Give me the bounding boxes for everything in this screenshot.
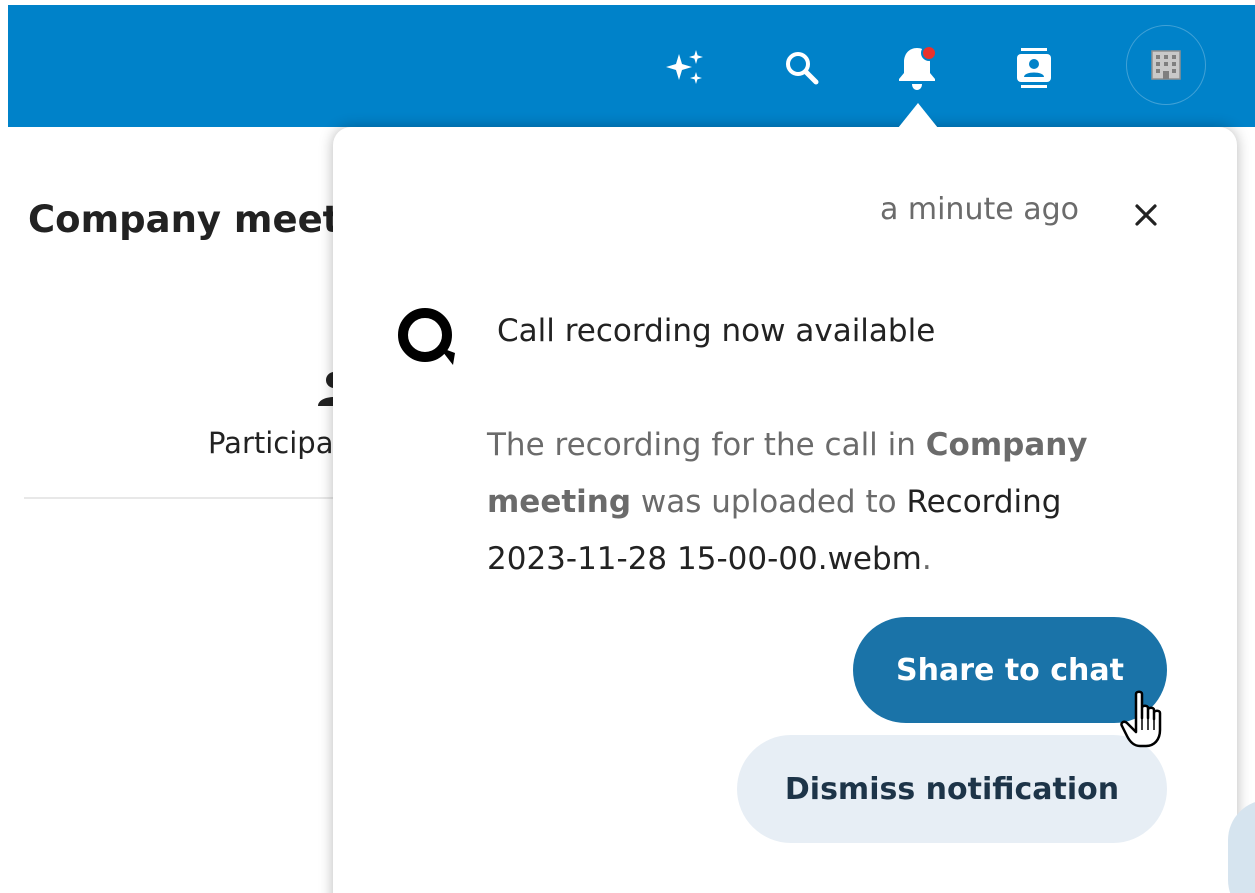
message-prefix: The recording for the call in xyxy=(487,427,926,463)
message-middle: was uploaded to xyxy=(631,484,907,520)
header-bar xyxy=(8,5,1255,127)
contacts-icon[interactable] xyxy=(1009,43,1059,93)
message-suffix: . xyxy=(921,541,932,577)
notification-subject: Call recording now available xyxy=(497,313,936,349)
talk-app-icon xyxy=(395,307,469,369)
notification-popover: a minute ago Call recording now availabl… xyxy=(333,127,1237,893)
assistant-sparkles-icon[interactable] xyxy=(660,43,710,93)
close-icon xyxy=(1135,204,1157,226)
unread-badge xyxy=(921,45,937,61)
notifications-bell-icon[interactable] xyxy=(892,43,942,93)
pointer-cursor-icon xyxy=(1118,688,1182,752)
avatar[interactable] xyxy=(1126,25,1206,105)
dismiss-notification-button[interactable]: Dismiss notification xyxy=(737,735,1167,843)
avatar-building-icon xyxy=(1151,50,1181,80)
notification-message: The recording for the call in Company me… xyxy=(487,417,1137,588)
popover-arrow xyxy=(898,103,938,128)
tab-divider xyxy=(24,497,354,499)
left-gutter xyxy=(0,0,8,893)
close-notification-button[interactable] xyxy=(1118,187,1174,243)
search-icon[interactable] xyxy=(777,43,827,93)
notification-timestamp: a minute ago xyxy=(879,192,1079,227)
app-window: Company meeting Participants a minute ag… xyxy=(0,0,1255,893)
